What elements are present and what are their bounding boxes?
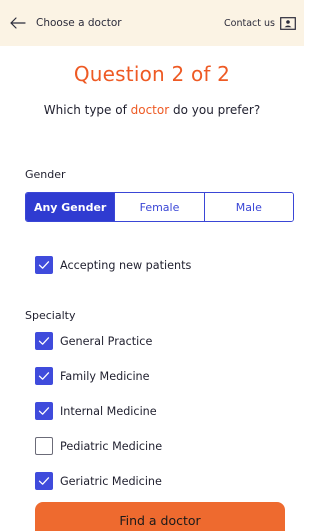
gender-option-female[interactable]: Female [114, 193, 204, 221]
contact-card-icon [280, 16, 296, 30]
specialty-item-label: Geriatric Medicine [60, 474, 162, 488]
specialty-item-label: General Practice [60, 334, 153, 348]
specialty-pediatric-medicine-checkbox[interactable]: Pediatric Medicine [35, 437, 162, 455]
specialty-general-practice-checkbox[interactable]: General Practice [35, 332, 152, 350]
gender-option-male[interactable]: Male [203, 193, 293, 221]
top-bar: Choose a doctor Contact us [0, 0, 304, 46]
question-heading: Question 2 of 2 [73, 62, 231, 86]
contact-us-label: Contact us [224, 17, 275, 29]
question-subtitle-end: do you prefer? [169, 103, 261, 117]
specialty-label: Specialty [25, 309, 76, 322]
checkbox-checked-icon [35, 472, 53, 490]
specialty-internal-medicine-checkbox[interactable]: Internal Medicine [35, 402, 157, 420]
checkbox-checked-icon [35, 332, 53, 350]
find-doctor-button[interactable]: Find a doctor [35, 502, 285, 531]
gender-option-any[interactable]: Any Gender [26, 193, 115, 221]
arrow-left-icon[interactable] [10, 14, 32, 32]
gender-label: Gender [25, 168, 66, 181]
specialty-geriatric-medicine-checkbox[interactable]: Geriatric Medicine [35, 472, 162, 490]
question-subtitle: Which type of doctor do you prefer? [0, 103, 304, 117]
checkbox-unchecked-icon [35, 437, 53, 455]
checkbox-checked-icon [35, 256, 53, 274]
specialty-item-label: Internal Medicine [60, 404, 157, 418]
contact-us-link[interactable]: Contact us [224, 16, 296, 30]
question-subtitle-highlight: doctor [130, 103, 170, 117]
gender-selector: Any Gender Female Male [25, 192, 294, 222]
checkbox-checked-icon [35, 402, 53, 420]
checkbox-checked-icon [35, 367, 53, 385]
accepting-new-patients-checkbox[interactable]: Accepting new patients [35, 256, 191, 274]
specialty-item-label: Pediatric Medicine [60, 439, 163, 453]
question-subtitle-start: Which type of [43, 103, 131, 117]
specialty-item-label: Family Medicine [60, 369, 150, 383]
page-title: Choose a doctor [36, 17, 122, 29]
accepting-new-patients-label: Accepting new patients [60, 258, 192, 272]
specialty-family-medicine-checkbox[interactable]: Family Medicine [35, 367, 150, 385]
